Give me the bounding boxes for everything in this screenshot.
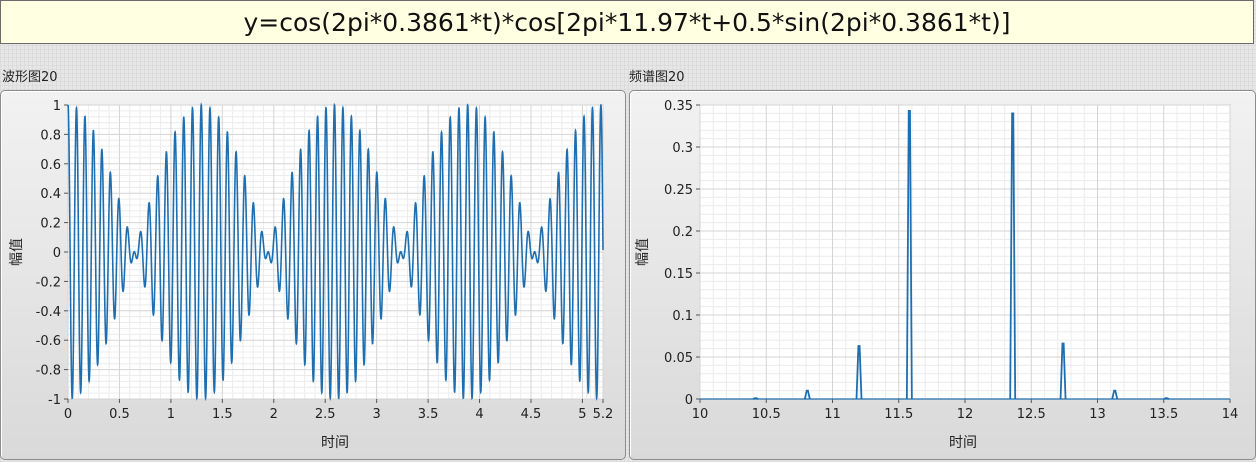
spectrum-x-tick-label: 10.5 bbox=[752, 407, 781, 422]
spectrum-y-tick-label: 0.25 bbox=[664, 183, 693, 198]
waveform-y-tick-label: 0.2 bbox=[40, 217, 61, 232]
waveform-y-tick-label: 0.8 bbox=[40, 128, 61, 143]
spectrum-x-tick-label: 12.5 bbox=[1017, 407, 1046, 422]
waveform-x-ticks: 0 0.5 1 1.5 2 2.5 3 3.5 4 4.5 5 5.2 bbox=[64, 399, 613, 422]
spectrum-x-tick-label: 10 bbox=[692, 407, 709, 422]
spectrum-y-tick-label: 0.15 bbox=[664, 267, 693, 282]
waveform-y-tick-label: 1 bbox=[53, 99, 61, 114]
spectrum-x-ticks: 10 10.5 11 11.5 12 12.5 13 13.5 14 bbox=[692, 399, 1239, 422]
spectrum-y-ticks: 0.35 0.3 0.25 0.2 0.15 0.1 0.05 0 bbox=[664, 99, 700, 408]
spectrum-peak bbox=[752, 397, 759, 400]
waveform-x-tick-label: 4 bbox=[475, 407, 483, 422]
spectrum-peak bbox=[1163, 397, 1170, 400]
waveform-x-tick-label: 1 bbox=[167, 407, 175, 422]
spectrum-chart: 10 10.5 11 11.5 12 12.5 13 13.5 14 0.350.30.250.… bbox=[635, 99, 1239, 451]
spectrum-x-tick-label: 11.5 bbox=[884, 407, 913, 422]
spectrum-y-tick-label: 0 bbox=[685, 393, 693, 408]
waveform-chart: 0 0.5 1 1.5 2 2.5 3 3.5 4 4.5 5 5.2 10.80.60.40.20-… bbox=[9, 99, 613, 451]
spectrum-x-tick-label: 12 bbox=[957, 407, 974, 422]
spectrum-x-tick-label: 14 bbox=[1222, 407, 1239, 422]
spectrum-chart-panel: 10 10.5 11 11.5 12 12.5 13 13.5 14 0.35 0.3 0.25 0.… bbox=[629, 90, 1256, 460]
waveform-x-axis-label: 时间 bbox=[321, 435, 349, 451]
waveform-x-tick-label: 3 bbox=[373, 407, 381, 422]
waveform-x-tick-label: 0 bbox=[64, 407, 72, 422]
spectrum-y-tick-label: 0.3 bbox=[672, 141, 693, 156]
waveform-y-tick-label: 0 bbox=[53, 246, 61, 261]
spectrum-title: 频谱图20 bbox=[629, 70, 685, 85]
waveform-y-tick-label: -0.4 bbox=[36, 305, 61, 320]
spectrum-x-tick-label: 11 bbox=[824, 407, 841, 422]
formula-display: y=cos(2pi*0.3861*t)*cos[2pi*11.97*t+0.5*… bbox=[0, 0, 1254, 44]
waveform-x-tick-label: 1.5 bbox=[212, 407, 233, 422]
waveform-y-tick-label: 0.4 bbox=[40, 187, 61, 202]
waveform-y-tick-label: -0.6 bbox=[36, 334, 61, 349]
spectrum-y-axis-label: 幅值 bbox=[635, 238, 651, 266]
waveform-y-tick-label: -1 bbox=[48, 393, 61, 408]
waveform-x-tick-label: 2 bbox=[270, 407, 278, 422]
spectrum-x-axis-label: 时间 bbox=[949, 435, 977, 451]
spectrum-y-tick-label: 0.35 bbox=[664, 99, 693, 114]
spectrum-x-tick-label: 13.5 bbox=[1149, 407, 1178, 422]
spectrum-y-tick-label: 0.05 bbox=[664, 351, 693, 366]
waveform-y-tick-label: -0.2 bbox=[36, 275, 61, 290]
spectrum-grid bbox=[699, 104, 1231, 400]
waveform-x-tick-label: 3.5 bbox=[418, 407, 439, 422]
waveform-x-tick-label: 5.2 bbox=[593, 407, 614, 422]
waveform-x-tick-label: 2.5 bbox=[315, 407, 336, 422]
waveform-x-tick-label: 5 bbox=[578, 407, 586, 422]
spectrum-x-tick-label: 13 bbox=[1089, 407, 1106, 422]
waveform-x-tick-label: 4.5 bbox=[521, 407, 542, 422]
spectrum-y-tick-label: 0.1 bbox=[672, 309, 693, 324]
waveform-title: 波形图20 bbox=[2, 70, 58, 85]
waveform-y-axis-label: 幅值 bbox=[9, 238, 25, 266]
waveform-chart-panel: 0 0.5 1 1.5 2 2.5 3 3.5 4 4.5 5 5.2 1 0.8 0.6 0.4 0.2 0-… bbox=[0, 90, 626, 460]
waveform-y-tick-label: 0.6 bbox=[40, 158, 61, 173]
waveform-x-tick-label: 0.5 bbox=[109, 407, 130, 422]
spectrum-y-tick-label: 0.2 bbox=[672, 225, 693, 240]
waveform-y-ticks: 1 0.8 0.6 0.4 0.2 0 -0.2 -0.4 -0.6 -0.8 -1 bbox=[36, 99, 68, 408]
waveform-y-tick-label: -0.8 bbox=[36, 364, 61, 379]
